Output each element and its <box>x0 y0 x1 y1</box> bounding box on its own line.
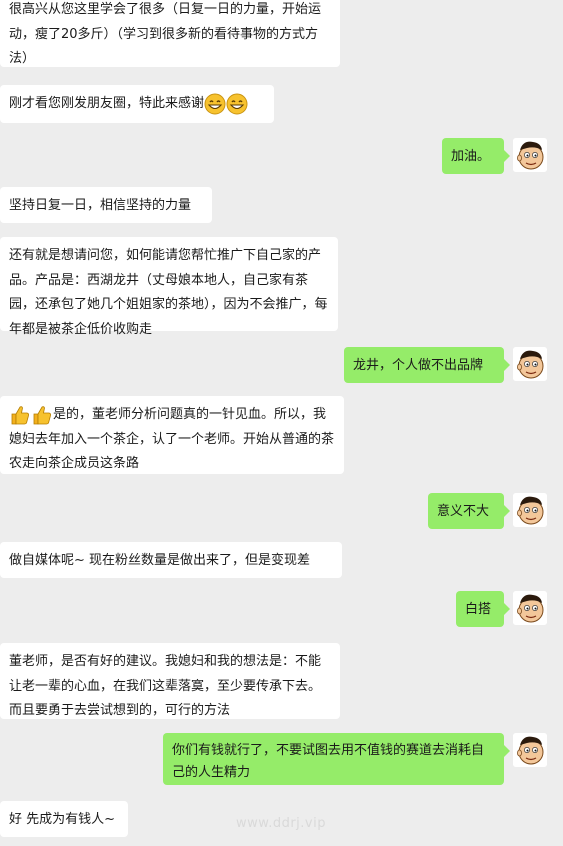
message-bubble-outgoing[interactable]: 你们有钱就行了，不要试图去用不值钱的赛道去消耗自己的人生精力 <box>163 733 510 785</box>
message-bubble-outgoing[interactable]: 白搭 <box>456 591 510 627</box>
message-bubble-incoming[interactable]: 很高兴从您这里学会了很多（日复一日的力量，开始运动，瘦了20多斤）（学习到很多新… <box>0 0 340 67</box>
message-text: 坚持日复一日，相信坚持的力量 <box>9 198 192 213</box>
message-bubble-incoming[interactable]: 董老师，是否有好的建议。我媳妇和我的想法是：不能让老一辈的心血，在我们这辈落寞，… <box>0 643 340 719</box>
cartoon-face-icon <box>513 591 547 625</box>
message-text: 董老师，是否有好的建议。我媳妇和我的想法是：不能让老一辈的心血，在我们这辈落寞，… <box>9 654 322 718</box>
message-text: 刚才看您刚发朋友圈，特此来感谢 <box>9 96 205 111</box>
avatar[interactable] <box>513 493 547 527</box>
avatar[interactable] <box>513 733 547 767</box>
message-text: 加油。 <box>451 149 491 164</box>
message-bubble-incoming[interactable]: 坚持日复一日，相信坚持的力量 <box>0 187 212 223</box>
message-text: 意义不大 <box>437 504 490 519</box>
message-bubble-incoming[interactable]: 刚才看您刚发朋友圈，特此来感谢 <box>0 85 274 123</box>
thumbs-up-emoji-icon <box>9 404 31 426</box>
message-bubble-incoming[interactable]: 是的，董老师分析问题真的一针见血。所以，我媳妇去年加入一个茶企，认了一个老师。开… <box>0 396 344 474</box>
grin-emoji-icon <box>226 93 248 115</box>
message-text: 做自媒体呢~ 现在粉丝数量是做出来了，但是变现差 <box>9 553 311 568</box>
message-text: 你们有钱就行了，不要试图去用不值钱的赛道去消耗自己的人生精力 <box>172 743 485 780</box>
message-bubble-outgoing[interactable]: 加油。 <box>442 138 510 174</box>
message-text: 很高兴从您这里学会了很多（日复一日的力量，开始运动，瘦了20多斤）（学习到很多新… <box>9 2 322 66</box>
message-bubble-outgoing[interactable]: 龙井，个人做不出品牌 <box>344 347 510 383</box>
message-text: 白搭 <box>465 602 492 617</box>
cartoon-face-icon <box>513 138 547 172</box>
message-text: 还有就是想请问您，如何能请您帮忙推广下自己家的产品。产品是：西湖龙井（丈母娘本地… <box>9 248 328 337</box>
avatar[interactable] <box>513 138 547 172</box>
avatar[interactable] <box>513 347 547 381</box>
thumbs-up-emoji-icon <box>31 404 53 426</box>
message-bubble-incoming[interactable]: 做自媒体呢~ 现在粉丝数量是做出来了，但是变现差 <box>0 542 342 578</box>
watermark: www.ddrj.vip <box>236 816 326 831</box>
cartoon-face-icon <box>513 733 547 767</box>
message-text: 好 先成为有钱人~ <box>9 812 116 827</box>
message-text: 龙井，个人做不出品牌 <box>353 358 484 373</box>
message-bubble-outgoing[interactable]: 意义不大 <box>428 493 510 529</box>
cartoon-face-icon <box>513 347 547 381</box>
message-bubble-incoming[interactable]: 好 先成为有钱人~ <box>0 801 128 837</box>
message-text: 是的，董老师分析问题真的一针见血。所以，我媳妇去年加入一个茶企，认了一个老师。开… <box>9 407 335 471</box>
grin-emoji-icon <box>204 93 226 115</box>
message-bubble-incoming[interactable]: 还有就是想请问您，如何能请您帮忙推广下自己家的产品。产品是：西湖龙井（丈母娘本地… <box>0 237 338 337</box>
avatar[interactable] <box>513 591 547 625</box>
cartoon-face-icon <box>513 493 547 527</box>
